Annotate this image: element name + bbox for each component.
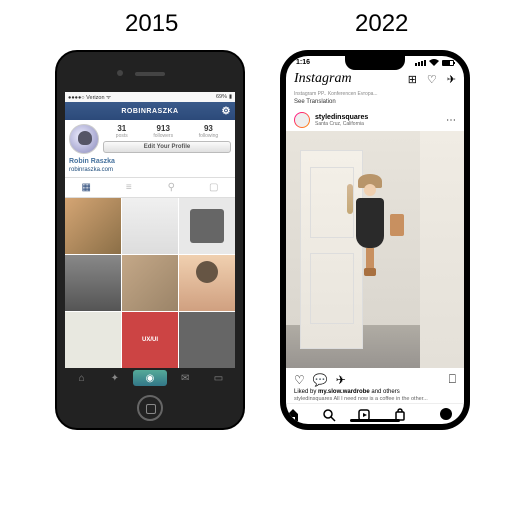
screen-2022: 1:16 Instagram ⊞ ♡ ✈ Instagram PP.. Konf…	[286, 56, 464, 424]
iphone-2022-frame: 1:16 Instagram ⊞ ♡ ✈ Instagram PP.. Konf…	[280, 50, 470, 430]
nav-home-icon[interactable]	[286, 408, 322, 422]
post-location[interactable]: Santa Cruz, California	[315, 121, 368, 127]
photo-thumb[interactable]	[179, 198, 235, 254]
battery-percent: 69%	[216, 94, 227, 100]
post-username[interactable]: styledinsquares	[315, 114, 368, 121]
battery-icon: ▮	[229, 94, 232, 100]
profile-info: 31posts 913followers 93following Edit Yo…	[65, 120, 235, 158]
photo-thumb[interactable]: UX/UI	[122, 312, 178, 368]
stat-posts[interactable]: 31posts	[116, 124, 128, 139]
status-time: 1:16	[296, 59, 310, 66]
carrier-label: ●●●●○ Verizon ᯤ	[68, 93, 111, 101]
stat-following[interactable]: 93following	[199, 124, 218, 139]
display-name: Robin Raszka	[65, 158, 235, 167]
tab-tagged[interactable]: ▢	[193, 178, 236, 197]
photo-grid: UX/UI	[65, 198, 235, 368]
settings-icon[interactable]: ⚙	[222, 106, 231, 117]
comment-icon[interactable]: 💬	[313, 373, 328, 387]
year-label-2015: 2015	[125, 10, 178, 38]
post-more-icon[interactable]: ⋯	[446, 115, 456, 126]
bottom-nav: ⌂ ✦ ◉ ✉ ▭	[65, 368, 235, 388]
signal-icon	[415, 60, 426, 66]
nav-home-icon[interactable]: ⌂	[65, 368, 98, 388]
post-image[interactable]	[286, 131, 464, 368]
share-icon[interactable]: ✈	[336, 373, 346, 387]
photo-thumb[interactable]	[65, 312, 121, 368]
profile-username: ROBINRASZKA	[121, 108, 178, 115]
photo-thumb[interactable]	[65, 198, 121, 254]
home-button[interactable]	[137, 395, 163, 421]
nav-activity-icon[interactable]: ✉	[169, 368, 202, 388]
profile-tabs: ▦ ≡ ⚲ ▢	[65, 177, 235, 198]
battery-icon	[442, 60, 454, 66]
create-icon[interactable]: ⊞	[408, 73, 417, 86]
save-icon[interactable]: ⎕	[449, 372, 456, 387]
nav-camera-icon[interactable]: ◉	[133, 370, 166, 386]
wifi-icon	[429, 59, 439, 66]
phone-camera	[117, 70, 123, 76]
photo-thumb[interactable]	[179, 312, 235, 368]
nav-profile-icon[interactable]: ▭	[202, 368, 235, 388]
tab-grid[interactable]: ▦	[65, 178, 108, 197]
phone-speaker	[135, 72, 165, 76]
post-avatar[interactable]	[294, 112, 310, 128]
nav-profile-icon[interactable]	[428, 408, 464, 422]
like-icon[interactable]: ♡	[294, 373, 305, 387]
screen-2015: ●●●●○ Verizon ᯤ 69% ▮ ROBINRASZKA ⚙ 31po…	[65, 92, 235, 388]
photo-thumb[interactable]	[179, 255, 235, 311]
stats-row: 31posts 913followers 93following	[103, 124, 231, 139]
bio-link[interactable]: robinraszka.com	[65, 167, 235, 177]
profile-header: ROBINRASZKA ⚙	[65, 102, 235, 120]
year-label-2022: 2022	[355, 10, 408, 38]
see-translation-link[interactable]: See Translation	[286, 99, 464, 109]
stat-followers[interactable]: 913followers	[153, 124, 173, 139]
notch	[345, 56, 405, 70]
instagram-logo[interactable]: Instagram	[294, 71, 352, 87]
edit-profile-button[interactable]: Edit Your Profile	[103, 141, 231, 153]
activity-heart-icon[interactable]: ♡	[427, 73, 437, 86]
nav-explore-icon[interactable]: ✦	[98, 368, 131, 388]
post-caption: styledinsquares All I need now is a coff…	[286, 395, 464, 403]
iphone-2015-frame: ●●●●○ Verizon ᯤ 69% ▮ ROBINRASZKA ⚙ 31po…	[55, 50, 245, 430]
photo-thumb[interactable]	[122, 198, 178, 254]
tab-places[interactable]: ⚲	[150, 178, 193, 197]
photo-thumb[interactable]	[122, 255, 178, 311]
tab-list[interactable]: ≡	[108, 178, 151, 197]
translation-hint: Instagram PP.. Konferencen Evropa...	[286, 91, 464, 99]
home-indicator[interactable]	[350, 419, 400, 422]
messenger-icon[interactable]: ✈	[447, 73, 456, 86]
post-header: styledinsquares Santa Cruz, California ⋯	[286, 109, 464, 131]
photo-thumb[interactable]	[65, 255, 121, 311]
avatar[interactable]	[69, 124, 99, 154]
post-actions: ♡ 💬 ✈ ⎕	[286, 368, 464, 389]
app-header: Instagram ⊞ ♡ ✈	[286, 69, 464, 91]
status-bar: ●●●●○ Verizon ᯤ 69% ▮	[65, 92, 235, 102]
